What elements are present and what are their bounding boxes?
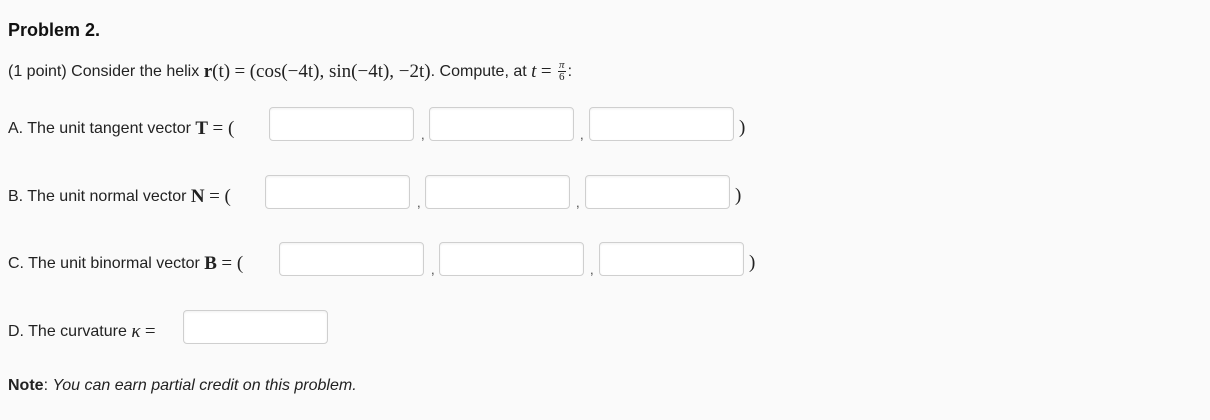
part-c-input-1[interactable] (279, 242, 424, 276)
part-c-sep-2: , (590, 262, 594, 277)
part-a-sep-2: , (580, 127, 584, 142)
points-label: (1 point) (8, 62, 67, 80)
note-label: Note (8, 377, 44, 394)
part-a-label-row: A. The unit tangent vector T = ( (8, 118, 234, 140)
part-b-equals: = ( (209, 186, 231, 207)
part-c-sep-1: , (431, 262, 435, 277)
note: Note: You can earn partial credit on thi… (8, 377, 357, 395)
problem-title: Problem 2. (8, 20, 101, 40)
note-text: You can earn partial credit on this prob… (52, 377, 357, 394)
part-d-label-row: D. The curvature κ = (8, 321, 156, 343)
problem-statement: (1 point) Consider the helix r (t) = (cos… (8, 60, 572, 83)
part-b-input-2[interactable] (425, 175, 570, 209)
part-a-input-3[interactable] (589, 107, 734, 141)
part-c-label: C. The unit binormal vector (8, 255, 200, 272)
note-colon: : (43, 377, 49, 394)
part-b-label-row: B. The unit normal vector N = ( (8, 186, 231, 208)
part-c-close-paren: ) (749, 252, 756, 273)
equals-sign-2: = (540, 60, 552, 82)
part-b-input-1[interactable] (265, 175, 410, 209)
equals-sign: = (234, 60, 246, 82)
part-b-sep-1: , (417, 195, 421, 210)
part-b-symbol: N (190, 186, 205, 207)
r-arg: (t) (212, 60, 231, 82)
intro-text: Consider the helix (71, 62, 200, 80)
colon: : (567, 62, 573, 80)
compute-text: . Compute, at (430, 62, 527, 80)
fraction-denominator: 6 (559, 71, 565, 83)
part-c-equals: = ( (221, 253, 244, 274)
curvature-input[interactable] (183, 310, 328, 344)
part-a-input-2[interactable] (429, 107, 574, 141)
part-c-label-row: C. The unit binormal vector B = ( (8, 253, 243, 275)
part-a-sep-1: , (421, 127, 425, 142)
part-b-sep-2: , (576, 195, 580, 210)
part-a-close-paren: ) (739, 117, 746, 138)
part-a-label: A. The unit tangent vector (8, 120, 191, 137)
part-d-symbol: κ (131, 321, 141, 342)
part-d-equals: = (144, 321, 156, 342)
part-c-input-3[interactable] (599, 242, 744, 276)
part-b-label: B. The unit normal vector (8, 188, 187, 205)
part-c-symbol: B (204, 253, 217, 274)
part-d-label: D. The curvature (8, 323, 127, 340)
t-variable: t (531, 60, 537, 82)
pi-over-six-fraction: π6 (558, 60, 566, 83)
part-a-symbol: T (195, 118, 209, 139)
part-c-input-2[interactable] (439, 242, 584, 276)
part-a-equals: = ( (212, 118, 235, 139)
r-symbol: r (203, 60, 213, 82)
part-a-input-1[interactable] (269, 107, 414, 141)
part-b-close-paren: ) (735, 185, 742, 206)
part-b-input-3[interactable] (585, 175, 730, 209)
helix-expression: (cos(−4t), sin(−4t), −2t) (249, 60, 431, 82)
